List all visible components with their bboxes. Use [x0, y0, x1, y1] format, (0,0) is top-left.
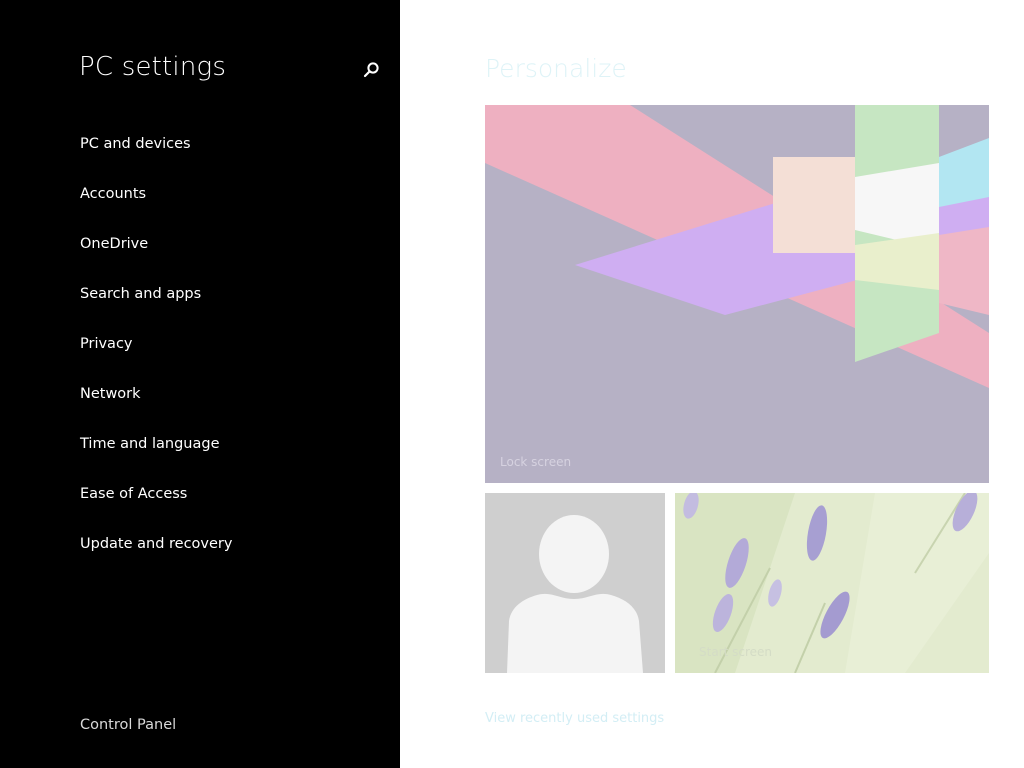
sidebar-item-ease-of-access[interactable]: Ease of Access	[80, 483, 380, 533]
user-silhouette-icon	[485, 493, 665, 673]
sidebar-title: PC settings	[79, 52, 227, 82]
sidebar-item-search-and-apps[interactable]: Search and apps	[80, 283, 380, 333]
search-icon	[363, 62, 379, 78]
start-screen-tile[interactable]: Start screen	[675, 493, 989, 673]
sidebar-item-privacy[interactable]: Privacy	[80, 333, 380, 383]
lock-screen-caption: Lock screen	[500, 455, 572, 469]
sidebar-item-pc-and-devices[interactable]: PC and devices	[80, 133, 380, 183]
page-title: Personalize	[485, 54, 627, 83]
sidebar-item-onedrive[interactable]: OneDrive	[80, 233, 380, 283]
start-screen-caption: Start screen	[699, 645, 773, 659]
control-panel-link[interactable]: Control Panel	[80, 717, 176, 733]
recent-settings-link[interactable]: View recently used settings	[485, 711, 664, 726]
sidebar-item-network[interactable]: Network	[80, 383, 380, 433]
lock-screen-tile[interactable]: Lock screen	[485, 105, 989, 483]
account-picture-tile[interactable]	[485, 493, 665, 673]
sidebar-item-update-and-recovery[interactable]: Update and recovery	[80, 533, 380, 583]
sidebar-item-accounts[interactable]: Accounts	[80, 183, 380, 233]
search-button[interactable]	[358, 57, 384, 83]
pc-settings-window: PC settings PC and devices Accounts OneD…	[0, 0, 1024, 768]
lock-screen-wallpaper	[485, 105, 989, 483]
sidebar: PC settings PC and devices Accounts OneD…	[0, 0, 400, 768]
nav-list: PC and devices Accounts OneDrive Search …	[80, 133, 380, 583]
sidebar-item-time-and-language[interactable]: Time and language	[80, 433, 380, 483]
